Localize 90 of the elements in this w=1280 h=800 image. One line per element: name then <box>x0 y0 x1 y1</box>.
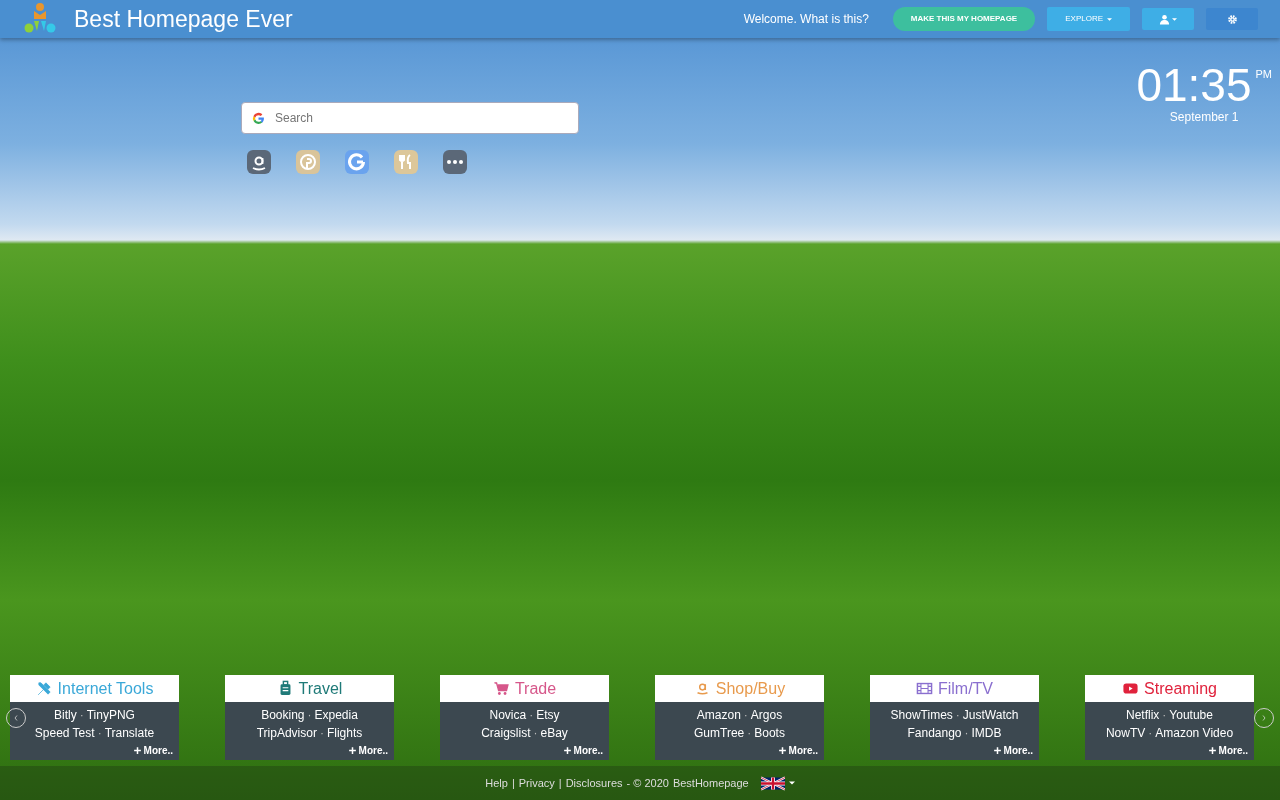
category-link[interactable]: Translate <box>104 726 155 740</box>
copyright-text: - © 2020 <box>626 775 669 791</box>
category-link[interactable]: ShowTimes <box>890 708 953 722</box>
category-header[interactable]: Film/TV <box>870 675 1039 702</box>
category-header[interactable]: Streaming <box>1085 675 1254 702</box>
brand-link[interactable]: BestHomepage <box>672 774 749 792</box>
google-icon <box>252 112 265 125</box>
category-link[interactable]: Boots <box>754 726 785 740</box>
language-button[interactable] <box>760 775 795 791</box>
separator-text: · <box>529 708 534 722</box>
category-link[interactable]: Amazon Video <box>1155 726 1234 740</box>
chevron-left-icon <box>13 713 19 723</box>
pinterest-icon[interactable] <box>296 150 320 174</box>
plus-icon <box>562 746 572 755</box>
separator-text: · <box>964 726 969 740</box>
caret-icon <box>1172 17 1177 21</box>
separator-text: · <box>955 708 960 722</box>
separator-text: · <box>307 708 312 722</box>
clock-date: September 1 <box>1168 109 1240 126</box>
plus-icon <box>347 746 357 755</box>
amazon-icon[interactable] <box>247 150 271 174</box>
category-link[interactable]: Etsy <box>536 708 560 722</box>
plus-icon <box>992 746 1002 755</box>
category-link[interactable]: eBay <box>540 726 568 740</box>
category-title: Internet Tools <box>57 678 154 699</box>
separator-text: · <box>319 726 324 740</box>
category-link[interactable]: JustWatch <box>962 708 1019 722</box>
category-link[interactable]: Fandango <box>907 726 962 740</box>
clock-ampm: PM <box>1255 67 1272 82</box>
more-link[interactable]: More.. <box>992 743 1033 758</box>
category-link[interactable]: Youtube <box>1169 708 1213 722</box>
separator-text: · <box>533 726 538 740</box>
footer-link[interactable]: Help <box>485 774 508 792</box>
category-link[interactable]: Bitly <box>54 708 77 722</box>
more-link[interactable]: More.. <box>777 743 818 758</box>
category-link[interactable]: Novica <box>489 708 527 722</box>
fork-knife-icon[interactable] <box>394 150 418 174</box>
caret-icon <box>788 781 795 785</box>
plus-icon <box>132 746 142 755</box>
category-link[interactable]: NowTV <box>1105 726 1146 740</box>
category-link[interactable]: GumTree <box>694 726 745 740</box>
category-link[interactable]: Amazon <box>696 708 741 722</box>
more-icon[interactable] <box>443 150 467 174</box>
category-header[interactable]: Trade <box>440 675 609 702</box>
footer-link[interactable]: Disclosures <box>565 774 623 792</box>
user-menu-button[interactable] <box>1142 8 1194 30</box>
clock-time: 01:35 <box>1136 62 1252 108</box>
separator-text: · <box>1162 708 1167 722</box>
more-link[interactable]: More.. <box>347 743 388 758</box>
chevron-right-icon <box>1261 713 1267 723</box>
category-header[interactable]: Travel <box>225 675 394 702</box>
search-field[interactable]: Search <box>241 102 579 134</box>
category-link[interactable]: Speed Test <box>34 726 95 740</box>
flag-icon <box>760 775 785 791</box>
settings-button[interactable] <box>1206 8 1258 30</box>
category-title: Shop/Buy <box>715 678 786 699</box>
category-link[interactable]: Craigslist <box>481 726 531 740</box>
site-title: Best Homepage Ever <box>74 4 293 34</box>
category-title: Trade <box>514 678 557 699</box>
caret-icon <box>1107 17 1112 21</box>
category-link[interactable]: Expedia <box>314 708 358 722</box>
category-link[interactable]: Flights <box>326 726 363 740</box>
plus-icon <box>777 746 787 755</box>
separator-text: | <box>558 775 562 791</box>
more-link[interactable]: More.. <box>562 743 603 758</box>
plus-icon <box>1207 746 1217 755</box>
separator-text: · <box>1148 726 1153 740</box>
separator-text: | <box>511 775 515 791</box>
google-icon[interactable] <box>345 150 369 174</box>
separator-text: · <box>743 708 748 722</box>
tools-icon <box>35 680 53 697</box>
category-title: Streaming <box>1144 678 1217 699</box>
category-link[interactable]: IMDB <box>971 726 1002 740</box>
category-link[interactable]: TinyPNG <box>86 708 135 722</box>
category-link[interactable]: TripAdvisor <box>256 726 317 740</box>
user-icon <box>1159 13 1170 25</box>
category-title: Travel <box>298 678 343 699</box>
cart-icon <box>492 680 510 697</box>
film-icon <box>915 680 933 697</box>
separator-text: · <box>747 726 752 740</box>
footer-link[interactable]: Privacy <box>518 774 555 792</box>
settings-icon <box>1226 13 1238 25</box>
category-link[interactable]: Booking <box>261 708 305 722</box>
category-link[interactable]: Netflix <box>1126 708 1160 722</box>
separator-text: · <box>79 708 84 722</box>
more-link[interactable]: More.. <box>132 743 173 758</box>
category-title: Film/TV <box>937 678 994 699</box>
more-link[interactable]: More.. <box>1207 743 1248 758</box>
separator-text: · <box>97 726 102 740</box>
category-link[interactable]: Argos <box>750 708 783 722</box>
